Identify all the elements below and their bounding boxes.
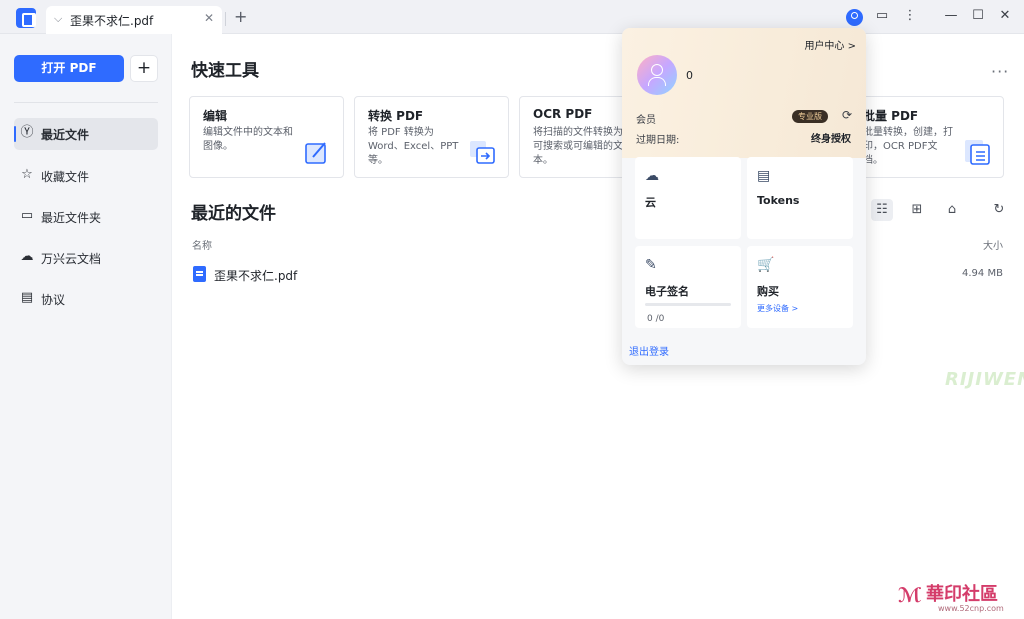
close-window-icon[interactable]: ✕ [995, 8, 1015, 23]
file-name[interactable]: 歪果不求仁.pdf [214, 267, 297, 284]
grid-view-icon[interactable]: ⊞ [906, 199, 928, 221]
document-tab[interactable]: ⌵ 歪果不求仁.pdf ✕ [46, 6, 222, 34]
clock-icon: Ⓨ [20, 125, 34, 140]
pen-icon: ✎ [645, 257, 657, 273]
esign-usage: 0 /0 [647, 314, 665, 324]
tab-separator [225, 12, 226, 26]
title-bar: ⌵ 歪果不求仁.pdf ✕ + ▭ ⋮ — ☐ ✕ [0, 0, 1024, 34]
card-label: 电子签名 [645, 285, 689, 298]
sidebar-item-cloud-docs[interactable]: ☁ 万兴云文档 [14, 242, 158, 274]
watermark-site-name: 華印社區 [926, 584, 998, 605]
watermark-brand: RIJIWEN [945, 369, 1024, 390]
batch-icon [965, 140, 990, 165]
tool-desc: 批量转换，创建，打印，OCR PDF文档。 [863, 127, 953, 166]
chevron-down-icon[interactable]: ⌵ [54, 12, 62, 26]
sidebar-divider [14, 102, 158, 103]
tokens-icon: ▤ [757, 168, 771, 184]
user-avatar[interactable] [637, 55, 677, 95]
member-label: 会员 [636, 115, 656, 126]
close-tab-icon[interactable]: ✕ [204, 11, 214, 25]
cloud-icon: ☁ [20, 249, 34, 264]
new-tab-button[interactable]: + [234, 7, 247, 26]
folder-icon: ▭ [20, 208, 34, 223]
logout-link[interactable]: 退出登录 [629, 343, 669, 358]
watermark-logo-icon: ℳ [898, 583, 922, 607]
esign-usage-bar [645, 303, 731, 306]
tool-card-batch[interactable]: 批量 PDF 批量转换，创建，打印，OCR PDF文档。 [849, 96, 1004, 178]
tool-card-convert[interactable]: 转换 PDF 将 PDF 转换为 Word、Excel、PPT等。 [354, 96, 509, 178]
cart-icon: 🛒 [757, 257, 775, 273]
cloud-sync-icon: ☁ [645, 168, 659, 184]
more-menu-icon[interactable]: ⋮ [900, 8, 920, 23]
expire-value: 终身授权 [811, 134, 851, 145]
account-icon[interactable] [846, 9, 863, 26]
refresh-icon[interactable]: ⟳ [842, 108, 852, 122]
tool-desc: 将 PDF 转换为 Word、Excel、PPT等。 [368, 127, 459, 166]
quick-tools-title: 快速工具 [191, 61, 259, 81]
user-popup: 用户中心 > 0 会员 专业版 ⟳ 过期日期: 终身授权 ☁ 云 ▤ Token… [622, 28, 866, 365]
main-panel: 快速工具 ··· 编辑 编辑文件中的文本和图像。 转换 PDF 将 PDF 转换… [173, 34, 1024, 619]
card-label: Tokens [757, 194, 800, 207]
tool-title: OCR PDF [533, 107, 593, 121]
recent-files-title: 最近的文件 [191, 204, 276, 224]
star-icon: ☆ [21, 167, 33, 182]
list-view-icon[interactable]: ☷ [871, 199, 893, 221]
sidebar: 打开 PDF + Ⓨ 最近文件 ☆ 收藏文件 ▭ 最近文件夹 ☁ 万兴云文档 ▤… [0, 34, 172, 619]
open-pdf-button[interactable]: 打开 PDF [14, 55, 124, 82]
document-icon: ▤ [20, 290, 34, 305]
sidebar-item-recent-files[interactable]: Ⓨ 最近文件 [14, 118, 158, 150]
more-options-icon[interactable]: ··· [991, 62, 1009, 81]
column-name-header[interactable]: 名称 [192, 237, 212, 252]
refresh-list-icon[interactable]: ↻ [988, 199, 1010, 221]
card-label: 购买 [757, 285, 779, 298]
tokens-card[interactable]: ▤ Tokens [747, 157, 853, 239]
tool-title: 转换 PDF [368, 109, 424, 123]
column-size-header[interactable]: 大小 [983, 237, 1003, 252]
sidebar-item-favorites[interactable]: ☆ 收藏文件 [14, 160, 158, 192]
card-label: 云 [645, 196, 656, 209]
sidebar-item-label: 最近文件夹 [41, 211, 102, 225]
app-logo-icon[interactable] [16, 8, 36, 28]
sidebar-item-label: 协议 [41, 293, 66, 307]
watermark-site-url: www.52cnp.com [938, 604, 1004, 613]
purchase-card[interactable]: 🛒 购买 更多设备 > [747, 246, 853, 328]
minimize-icon[interactable]: — [941, 8, 961, 23]
sidebar-item-agreements[interactable]: ▤ 协议 [14, 283, 158, 315]
sidebar-item-label: 万兴云文档 [41, 252, 102, 266]
more-devices-link[interactable]: 更多设备 > [757, 303, 798, 314]
tool-title: 编辑 [203, 109, 228, 123]
user-name: 0 [686, 69, 693, 82]
esign-card[interactable]: ✎ 电子签名 0 /0 [635, 246, 741, 328]
pdf-file-icon [193, 266, 206, 282]
tab-title: 歪果不求仁.pdf [70, 14, 154, 28]
edit-icon [305, 142, 326, 164]
tool-desc: 编辑文件中的文本和图像。 [203, 127, 293, 152]
sidebar-item-recent-folders[interactable]: ▭ 最近文件夹 [14, 201, 158, 233]
clear-history-icon[interactable]: ⌂ [941, 199, 963, 221]
tool-desc: 将扫描的文件转换为可搜索或可编辑的文本。 [533, 127, 623, 166]
tool-title: 批量 PDF [863, 109, 919, 123]
expire-label: 过期日期: [636, 135, 680, 146]
cloud-card[interactable]: ☁ 云 [635, 157, 741, 239]
sidebar-item-label: 收藏文件 [41, 170, 90, 184]
create-button[interactable]: + [130, 55, 158, 82]
file-size: 4.94 MB [962, 268, 1003, 279]
maximize-icon[interactable]: ☐ [968, 8, 988, 23]
user-center-link[interactable]: 用户中心 > [804, 37, 856, 52]
convert-icon [470, 141, 495, 164]
active-indicator [14, 126, 16, 142]
tool-card-edit[interactable]: 编辑 编辑文件中的文本和图像。 [189, 96, 344, 178]
pro-badge: 专业版 [792, 110, 828, 123]
sidebar-item-label: 最近文件 [41, 128, 90, 142]
feedback-icon[interactable]: ▭ [872, 8, 892, 23]
